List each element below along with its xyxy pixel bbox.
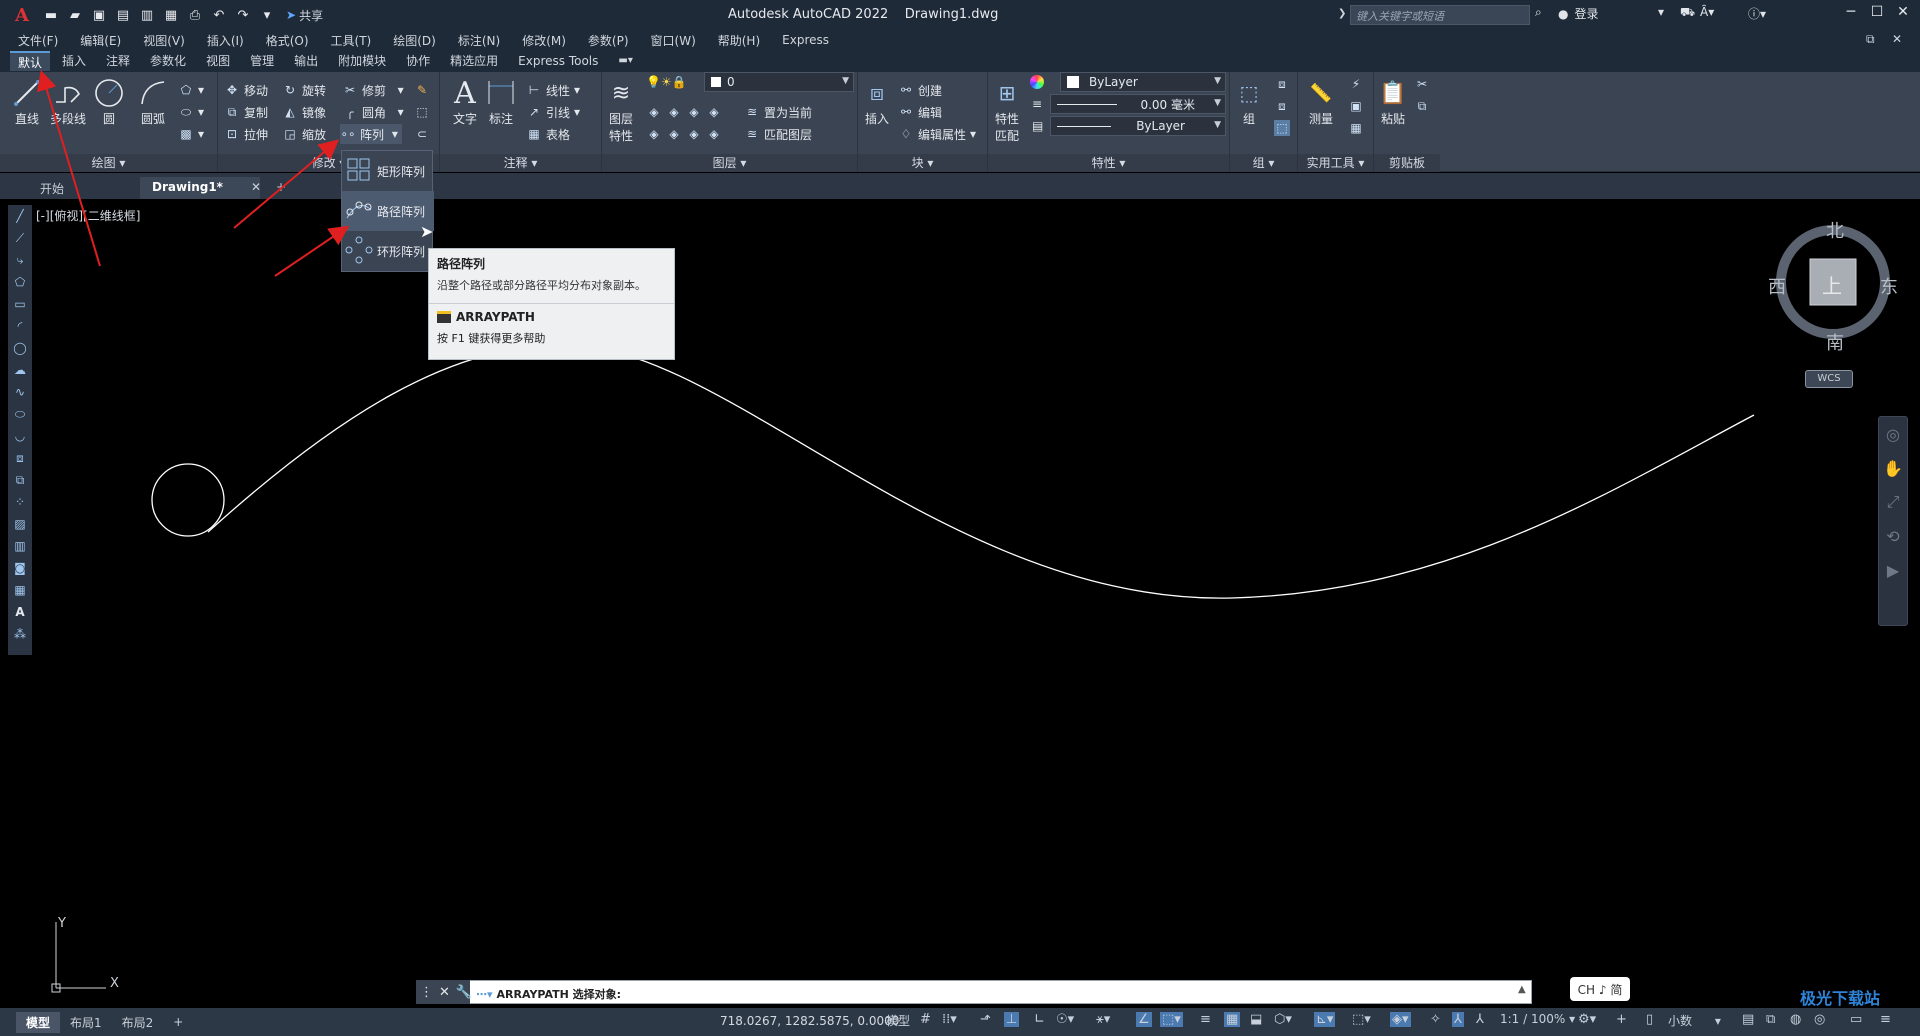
auto-scale-icon[interactable]: ⅄ — [1452, 1012, 1464, 1027]
showmotion-icon[interactable]: ▶ — [1879, 553, 1907, 587]
object-snap-tracking-icon[interactable]: ∠ — [1136, 1012, 1152, 1027]
cmd-grip-icon[interactable]: ⋮ — [420, 985, 433, 1000]
lock-ui-icon[interactable]: ⧉ — [1766, 1012, 1775, 1027]
add-layout-button[interactable]: + — [163, 1013, 193, 1031]
dynamic-ucs-icon[interactable]: ⊾▾ — [1314, 1012, 1336, 1027]
wcs-menu[interactable]: WCS — [1805, 370, 1853, 388]
model-space-button[interactable]: 模型 — [886, 1012, 910, 1029]
grid-icon[interactable]: # — [920, 1012, 931, 1027]
tab-layout2[interactable]: 布局2 — [112, 1012, 164, 1033]
viewcube-top-face[interactable]: 上 — [1822, 270, 1842, 299]
navigation-bar: ◎ ✋ ⤢ ⟲ ▶ — [1878, 416, 1908, 626]
quick-properties-icon[interactable]: ▤ — [1742, 1012, 1754, 1027]
site-watermark: 极光下载站 — [1800, 989, 1881, 1008]
arrow-to-path-array — [274, 225, 350, 277]
steering-wheel-icon[interactable]: ◎ — [1879, 417, 1907, 451]
units-icon: ▯ — [1646, 1012, 1654, 1027]
selection-cycling-icon[interactable]: ⬓ — [1250, 1012, 1262, 1027]
compass-north[interactable]: 北 — [1826, 217, 1844, 243]
annotation-scale-icon[interactable]: ⅄ — [1476, 1012, 1484, 1027]
isodraft-icon[interactable]: ⚹▾ — [1096, 1012, 1110, 1027]
snap-icon[interactable]: ⁞⁞▾ — [942, 1012, 957, 1027]
coordinates-readout[interactable]: 718.0267, 1282.5875, 0.0000 — [720, 1014, 899, 1028]
customization-icon[interactable]: ≡ — [1880, 1012, 1891, 1027]
command-line-prompt: ⋯▾ ARRAYPATH 选择对象: — [476, 986, 621, 1002]
annotation-visibility-icon[interactable]: ✧ — [1430, 1012, 1441, 1027]
3d-osnap-icon[interactable]: ⬡▾ — [1274, 1012, 1292, 1027]
units-dropdown[interactable]: 小数 ▾ — [1668, 1012, 1721, 1029]
transparency-icon[interactable]: ▦ — [1224, 1012, 1241, 1027]
cmd-close-icon[interactable]: ✕ — [439, 985, 450, 1000]
ucs-y-label: Y — [58, 916, 66, 931]
compass-east[interactable]: 东 — [1880, 273, 1898, 299]
pan-icon[interactable]: ✋ — [1879, 451, 1907, 485]
compass-west[interactable]: 西 — [1768, 273, 1786, 299]
ucs-icon: Y X — [50, 916, 130, 1000]
command-line-handle: ⋮ ✕ 🔧 — [416, 980, 472, 1004]
clean-screen-icon[interactable]: ▭ — [1850, 1012, 1862, 1027]
isolate-objects-icon[interactable]: ◍ — [1790, 1012, 1801, 1027]
workspace-gear-icon[interactable]: ⚙▾ — [1578, 1012, 1596, 1027]
units-value: 小数 — [1668, 1014, 1693, 1028]
selection-filter-icon[interactable]: ⬚▾ — [1352, 1012, 1371, 1027]
cmd-history-arrow-icon[interactable]: ▲ — [1518, 984, 1526, 995]
cmd-recent-icon[interactable]: ⋯▾ — [476, 988, 493, 1001]
ime-indicator[interactable]: CH ♪ 简 — [1570, 977, 1630, 1001]
command-text: ARRAYPATH 选择对象: — [496, 988, 622, 1001]
status-bar: 模型 布局1 布局2 + — [0, 1008, 1920, 1036]
arrow-to-home-tab — [37, 70, 101, 267]
zoom-extents-icon[interactable]: ⤢ — [1879, 485, 1907, 519]
dynamic-input-icon[interactable]: ⊥ — [1004, 1012, 1020, 1027]
infer-constraints-icon[interactable]: ⬏ — [980, 1012, 991, 1027]
gizmo-icon[interactable]: ◈▾ — [1390, 1012, 1411, 1027]
annotation-scale-dropdown[interactable]: 1:1 / 100% ▾ — [1500, 1012, 1575, 1026]
orbit-icon[interactable]: ⟲ — [1879, 519, 1907, 553]
annotation-monitor-icon[interactable]: + — [1616, 1012, 1627, 1027]
scale-value: 1:1 / 100% — [1500, 1012, 1566, 1026]
object-snap-icon[interactable]: ⬚▾ — [1160, 1012, 1183, 1027]
compass-south[interactable]: 南 — [1826, 329, 1844, 355]
ortho-icon[interactable]: ∟ — [1034, 1012, 1045, 1027]
lineweight-toggle-icon[interactable]: ≡ — [1200, 1012, 1211, 1027]
arrow-to-array-button — [233, 139, 340, 229]
viewcube[interactable]: 北 南 东 西 上 — [1768, 215, 1898, 354]
graphics-performance-icon[interactable]: ◎ — [1814, 1012, 1825, 1027]
ucs-x-label: X — [110, 976, 119, 991]
polar-tracking-icon[interactable]: ☉▾ — [1056, 1012, 1074, 1027]
annotation-arrows — [37, 70, 350, 277]
tab-model[interactable]: 模型 — [16, 1011, 61, 1033]
cmd-customize-icon[interactable]: 🔧 — [456, 985, 472, 1000]
tab-layout1[interactable]: 布局1 — [60, 1012, 112, 1033]
